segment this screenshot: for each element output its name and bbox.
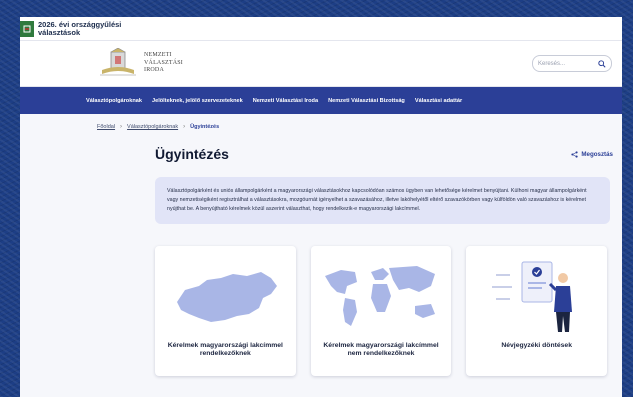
search-icon[interactable] — [598, 59, 606, 68]
share-button[interactable]: Megosztás — [571, 151, 613, 158]
election-title[interactable]: 2026. évi országgyűlési választások — [38, 20, 148, 37]
breadcrumb-current: Ügyintézés — [190, 124, 220, 130]
share-label: Megosztás — [581, 150, 613, 158]
card-domestic-address[interactable]: Kérelmek magyarországi lakcímmel rendelk… — [155, 246, 296, 376]
site-header: NEMZETI VÁLASZTÁSI IRODA Keresés... — [20, 41, 622, 87]
logo-line-3: IRODA — [144, 67, 164, 74]
card-foreign-address[interactable]: Kérelmek magyarországi lakcímmel nem ren… — [310, 246, 452, 376]
main-nav: Választópolgároknak Jelölteknek, jelölő … — [20, 87, 622, 114]
card-label: Kérelmek magyarországi lakcímmel rendelk… — [167, 342, 283, 357]
page: 2026. évi országgyűlési választások NEMZ… — [20, 17, 622, 397]
crest-icon — [100, 47, 136, 75]
info-box: Választópolgárként és uniós állampolgárk… — [155, 177, 610, 224]
card-list: Kérelmek magyarországi lakcímmel rendelk… — [155, 246, 622, 376]
hungary-flag-icon — [20, 20, 34, 37]
breadcrumb: Főoldal › Választópolgároknak › Ügyintéz… — [97, 124, 622, 130]
logo-line-1: NEMZETI — [144, 52, 172, 59]
title-row: Ügyintézés Megosztás — [155, 146, 613, 162]
nav-item-candidates[interactable]: Jelölteknek, jelölő szervezeteknek — [152, 98, 243, 104]
hungary-map-icon — [177, 272, 277, 322]
chevron-right-icon: › — [120, 124, 123, 130]
search-placeholder: Keresés... — [538, 60, 566, 67]
world-map-icon — [324, 266, 435, 326]
logo-line-2: VÁLASZTÁSI — [144, 59, 183, 66]
nav-item-election-committee[interactable]: Nemzeti Választási Bizottság — [328, 98, 405, 104]
top-bar: 2026. évi országgyűlési választások — [20, 17, 622, 41]
card-label: Névjegyzéki döntések — [501, 342, 572, 349]
nav-item-voters[interactable]: Választópolgároknak — [86, 98, 142, 104]
breadcrumb-home[interactable]: Főoldal — [97, 124, 115, 130]
page-title: Ügyintézés — [155, 146, 229, 162]
nav-item-election-office[interactable]: Nemzeti Választási Iroda — [253, 98, 318, 104]
search-input[interactable]: Keresés... — [532, 55, 612, 72]
card-label: Kérelmek magyarországi lakcímmel nem ren… — [323, 342, 439, 357]
chevron-right-icon: › — [183, 124, 186, 130]
breadcrumb-parent[interactable]: Választópolgároknak — [127, 124, 178, 130]
nav-item-data-archive[interactable]: Választási adattár — [415, 98, 462, 104]
nvi-logo[interactable]: NEMZETI VÁLASZTÁSI IRODA — [98, 47, 183, 80]
person-document-icon — [492, 261, 573, 332]
card-registry-decisions[interactable]: Névjegyzéki döntések — [466, 246, 608, 376]
share-icon — [571, 150, 579, 158]
